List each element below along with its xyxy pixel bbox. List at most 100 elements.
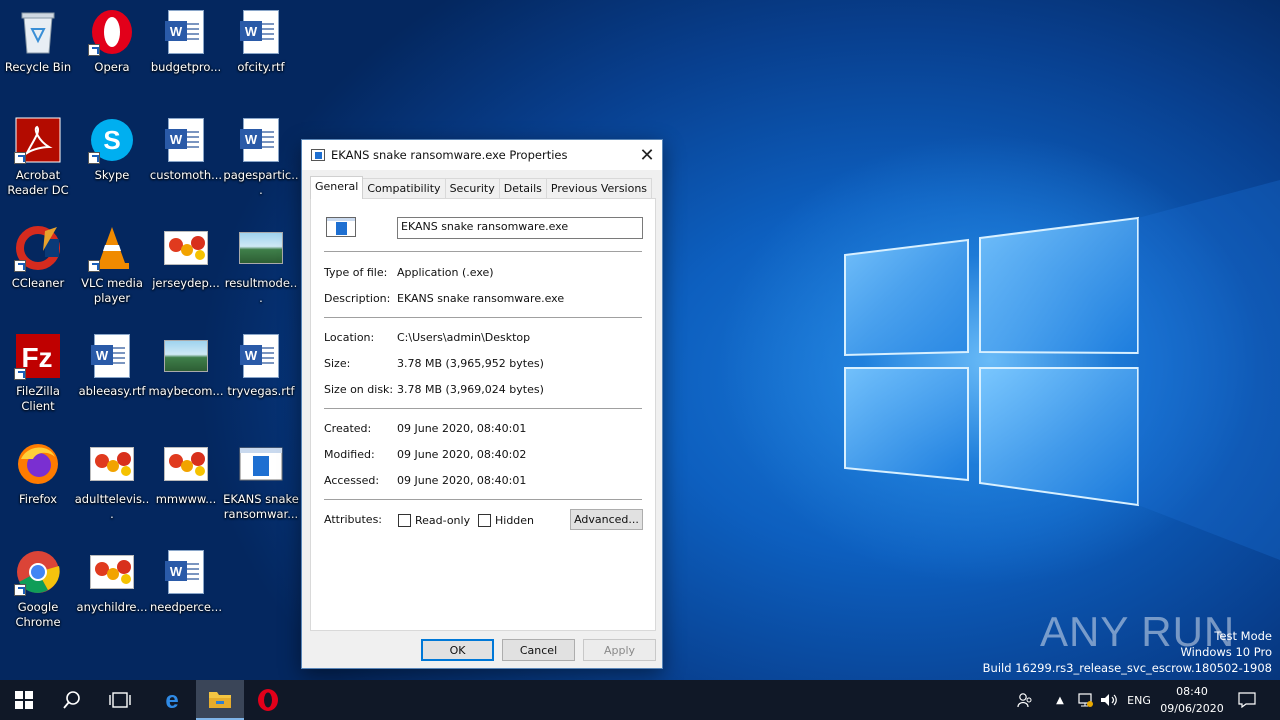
- desktop-icon-label: Acrobat Reader DC: [7, 168, 69, 197]
- start-button[interactable]: [0, 680, 48, 720]
- image-file-icon: [162, 332, 210, 380]
- desktop-icon-customoth[interactable]: W customoth...: [148, 112, 224, 212]
- tab-compatibility[interactable]: Compatibility: [362, 178, 446, 199]
- ok-button[interactable]: OK: [421, 639, 494, 661]
- tab-security[interactable]: Security: [444, 178, 500, 199]
- desktop-icon-ccleaner[interactable]: CCleaner: [0, 220, 76, 320]
- desktop-icon-maybecom[interactable]: maybecom...: [148, 328, 224, 428]
- desktop-icon-label: mmwww...: [155, 492, 217, 506]
- desktop-icon-budgetpro[interactable]: W budgetpro...: [148, 4, 224, 104]
- desktop-icon-needperce[interactable]: W needperce...: [148, 544, 224, 644]
- taskbar: e ▲ ENG 08:40 09/06/2020: [0, 680, 1280, 720]
- desktop-icon-filezilla[interactable]: Fz FileZilla Client: [0, 328, 76, 428]
- filezilla-icon: Fz: [14, 332, 62, 380]
- hidden-checkbox[interactable]: [478, 514, 491, 527]
- taskbar-file-explorer[interactable]: [196, 680, 244, 720]
- watermark-line: Windows 10 Pro: [1180, 645, 1272, 659]
- desktop-icon-tryvegas[interactable]: W tryvegas.rtf: [223, 328, 299, 428]
- recycle-bin-icon: [14, 8, 62, 56]
- executable-file-icon: [237, 440, 285, 488]
- executable-file-icon: [326, 217, 356, 237]
- location-label: Location:: [324, 331, 375, 344]
- image-file-icon: [88, 548, 136, 596]
- created-label: Created:: [324, 422, 372, 435]
- size-value: 3.78 MB (3,965,952 bytes): [397, 357, 544, 370]
- word-document-icon: W: [237, 332, 285, 380]
- desktop-icon-label: customoth...: [149, 168, 223, 182]
- type-value: Application (.exe): [397, 266, 494, 279]
- accessed-label: Accessed:: [324, 474, 380, 487]
- show-hidden-icons-button[interactable]: ▲: [1050, 680, 1070, 720]
- desktop-icon-vlc[interactable]: VLC media player: [74, 220, 150, 320]
- desktop-icon-adulttelevis[interactable]: adulttelevis...: [74, 436, 150, 536]
- desktop-icon-label: resultmode...: [224, 276, 298, 305]
- word-document-icon: W: [88, 332, 136, 380]
- desktop-icon-ekans[interactable]: EKANS snake ransomwar...: [223, 436, 299, 536]
- desktop-icon-acrobat[interactable]: Acrobat Reader DC: [0, 112, 76, 212]
- file-name-field[interactable]: EKANS snake ransomware.exe: [397, 217, 643, 239]
- desktop-icon-label: pagespartic...: [223, 168, 299, 197]
- network-button[interactable]: [1074, 680, 1096, 720]
- watermark-line: Build 16299.rs3_release_svc_escrow.18050…: [982, 661, 1272, 675]
- desktop-icon-opera[interactable]: Opera: [74, 4, 150, 104]
- size-on-disk-value: 3.78 MB (3,969,024 bytes): [397, 383, 544, 396]
- general-panel: EKANS snake ransomware.exe Type of file:…: [310, 198, 656, 631]
- separator: [324, 317, 642, 318]
- taskbar-opera[interactable]: [244, 680, 292, 720]
- shortcut-arrow-icon: [88, 260, 100, 272]
- tab-details[interactable]: Details: [498, 178, 547, 199]
- shortcut-arrow-icon: [88, 44, 100, 56]
- test-mode-watermark: Test Mode Windows 10 Pro Build 16299.rs3…: [983, 628, 1272, 676]
- task-view-icon: [109, 692, 131, 708]
- desktop-icon-ofcity[interactable]: W ofcity.rtf: [223, 4, 299, 104]
- accessed-value: 09 June 2020, 08:40:01: [397, 474, 527, 487]
- desktop-icon-pagespartic[interactable]: W pagespartic...: [223, 112, 299, 212]
- shortcut-arrow-icon: [14, 584, 26, 596]
- separator: [324, 499, 642, 500]
- created-value: 09 June 2020, 08:40:01: [397, 422, 527, 435]
- cancel-button[interactable]: Cancel: [502, 639, 575, 661]
- opera-icon: [88, 8, 136, 56]
- desktop-icon-skype[interactable]: S Skype: [74, 112, 150, 212]
- input-language[interactable]: ENG: [1122, 680, 1156, 720]
- volume-button[interactable]: [1098, 680, 1120, 720]
- desktop-icon-recycle-bin[interactable]: Recycle Bin: [0, 4, 76, 104]
- readonly-label[interactable]: Read-only: [415, 514, 470, 527]
- advanced-button[interactable]: Advanced...: [570, 509, 643, 530]
- close-icon[interactable]: ✕: [632, 140, 662, 170]
- watermark-line: Test Mode: [1214, 629, 1272, 643]
- desktop-icon-mmwww[interactable]: mmwww...: [148, 436, 224, 536]
- apply-button[interactable]: Apply: [583, 639, 656, 661]
- desktop-icon-chrome[interactable]: Google Chrome: [0, 544, 76, 644]
- desktop-icon-anychildre[interactable]: anychildre...: [74, 544, 150, 644]
- tab-general[interactable]: General: [310, 176, 364, 199]
- ccleaner-icon: [14, 224, 62, 272]
- taskbar-edge[interactable]: e: [148, 680, 196, 720]
- search-icon: [63, 691, 80, 709]
- action-center-button[interactable]: [1232, 680, 1262, 720]
- desktop-icon-resultmode[interactable]: resultmode...: [223, 220, 299, 320]
- desktop-icon-firefox[interactable]: Firefox: [0, 436, 76, 536]
- desktop-icon-label: Recycle Bin: [4, 60, 72, 74]
- separator: [324, 408, 642, 409]
- dialog-titlebar[interactable]: EKANS snake ransomware.exe Properties ✕: [302, 140, 662, 170]
- desktop-icon-label: EKANS snake ransomwar...: [223, 492, 299, 521]
- desktop-icon-label: Opera: [94, 60, 130, 74]
- hidden-label[interactable]: Hidden: [495, 514, 534, 527]
- size-on-disk-label: Size on disk:: [324, 383, 394, 396]
- desktop-icon-jerseydep[interactable]: jerseydep...: [148, 220, 224, 320]
- desktop-icon-label: jerseydep...: [152, 276, 220, 290]
- tab-previous-versions[interactable]: Previous Versions: [545, 178, 653, 199]
- people-button[interactable]: [1012, 680, 1038, 720]
- desktop-icon-ableeasy[interactable]: W ableeasy.rtf: [74, 328, 150, 428]
- skype-icon: S: [88, 116, 136, 164]
- modified-value: 09 June 2020, 08:40:02: [397, 448, 527, 461]
- task-view-button[interactable]: [96, 680, 144, 720]
- search-button[interactable]: [48, 680, 96, 720]
- folder-icon: [209, 692, 231, 708]
- readonly-checkbox[interactable]: [398, 514, 411, 527]
- taskbar-clock[interactable]: 08:40 09/06/2020: [1156, 683, 1228, 717]
- word-document-icon: W: [237, 116, 285, 164]
- edge-icon: e: [165, 688, 178, 712]
- notification-icon: [1238, 692, 1256, 708]
